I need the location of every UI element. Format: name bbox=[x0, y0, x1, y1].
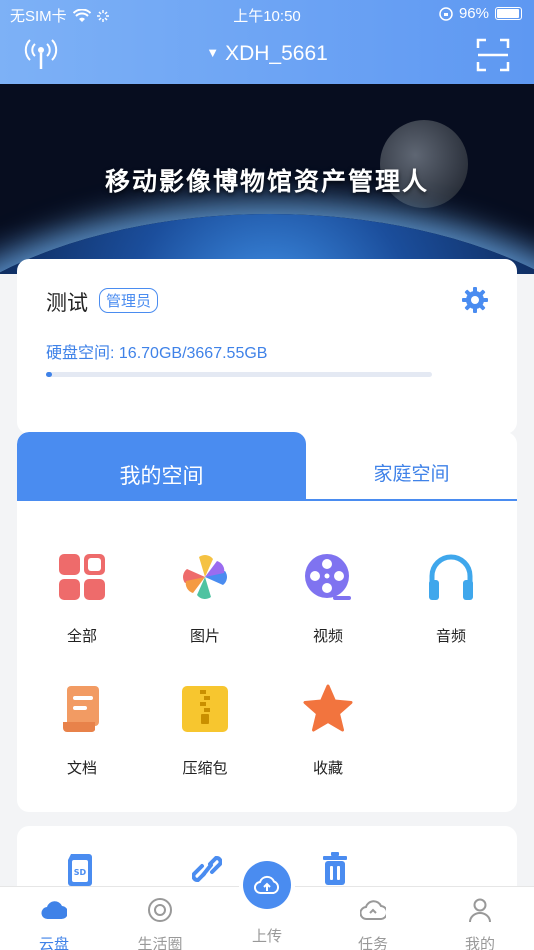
banner: 移动影像博物馆资产管理人 bbox=[0, 84, 534, 274]
device-selector[interactable]: ▼ XDH_5661 bbox=[0, 42, 534, 66]
tab-upload[interactable]: 上传 bbox=[227, 925, 307, 946]
disk-progress-fill bbox=[46, 372, 52, 377]
category-label: 音频 bbox=[435, 628, 466, 645]
scroll-document-icon bbox=[63, 686, 99, 733]
film-reel-icon bbox=[305, 554, 351, 600]
orientation-lock-icon bbox=[439, 6, 453, 21]
gear-icon[interactable] bbox=[461, 286, 489, 314]
tab-label: 任务 bbox=[357, 936, 388, 950]
tab-life-circle[interactable]: 生活圈 bbox=[120, 897, 200, 950]
tab-my-space[interactable]: 我的空间 bbox=[17, 432, 306, 501]
disk-used: 16.70GB/3667.55GB bbox=[118, 345, 268, 362]
battery-percent: 96% bbox=[458, 5, 489, 22]
category-label: 图片 bbox=[189, 628, 220, 645]
category-archives[interactable]: 压缩包 bbox=[143, 684, 267, 778]
svg-text:SD: SD bbox=[74, 868, 87, 877]
account-card: 测试 管理员 硬盘空间: 16.70GB/3667.55GB bbox=[17, 259, 517, 434]
top-bar: 无SIM卡 上午10:50 96% ▼ XDH_5661 bbox=[0, 0, 534, 84]
category-label: 全部 bbox=[66, 628, 97, 645]
category-photos[interactable]: 图片 bbox=[143, 552, 267, 646]
category-label: 收藏 bbox=[312, 760, 343, 777]
category-audio[interactable]: 音频 bbox=[389, 552, 513, 646]
device-name: XDH_5661 bbox=[225, 42, 328, 65]
pinwheel-photo-icon bbox=[183, 555, 227, 599]
role-badge: 管理员 bbox=[99, 288, 159, 313]
disk-usage-text: 硬盘空间: 16.70GB/3667.55GB bbox=[46, 339, 267, 363]
tab-cloud[interactable]: 云盘 bbox=[14, 897, 94, 950]
bottom-tab-bar: 云盘 生活圈 上传 任务 我的 bbox=[0, 861, 534, 950]
banner-title: 移动影像博物馆资产管理人 bbox=[104, 168, 429, 196]
battery-icon bbox=[495, 7, 522, 20]
grid-all-icon bbox=[59, 554, 105, 600]
zip-archive-icon bbox=[182, 686, 228, 732]
upload-button[interactable] bbox=[243, 861, 291, 909]
nav-bar: ▼ XDH_5661 bbox=[0, 38, 534, 74]
scan-icon[interactable] bbox=[476, 38, 510, 72]
person-icon bbox=[469, 898, 491, 923]
disk-progress-bar bbox=[46, 372, 432, 377]
tab-profile[interactable]: 我的 bbox=[440, 897, 520, 950]
tab-label: 生活圈 bbox=[137, 936, 183, 950]
category-label: 文档 bbox=[66, 760, 97, 777]
space-tabs: 我的空间 家庭空间 bbox=[17, 432, 517, 501]
category-label: 视频 bbox=[312, 628, 343, 645]
space-card: 我的空间 家庭空间 全部 图片 视频 音频 文档 压缩包 收藏 bbox=[17, 432, 517, 812]
category-all[interactable]: 全部 bbox=[20, 552, 144, 646]
category-label: 压缩包 bbox=[182, 760, 228, 777]
tab-label: 上传 bbox=[251, 928, 282, 945]
headphones-icon bbox=[429, 554, 473, 600]
category-video[interactable]: 视频 bbox=[266, 552, 390, 646]
sd-card-icon[interactable]: SD bbox=[65, 852, 95, 886]
status-bar: 无SIM卡 上午10:50 96% bbox=[0, 0, 534, 30]
upload-cloud-icon bbox=[254, 875, 280, 894]
cloud-icon bbox=[41, 901, 69, 920]
tab-label: 我的 bbox=[464, 936, 495, 950]
tab-label: 云盘 bbox=[38, 936, 69, 950]
user-name: 测试 bbox=[46, 292, 88, 315]
tab-tasks[interactable]: 任务 bbox=[333, 897, 413, 950]
category-favorites[interactable]: 收藏 bbox=[266, 684, 390, 778]
circle-icon bbox=[148, 898, 172, 922]
disk-label: 硬盘空间: bbox=[46, 345, 115, 362]
tab-family-space[interactable]: 家庭空间 bbox=[306, 432, 517, 501]
star-icon bbox=[303, 684, 353, 732]
task-cloud-icon bbox=[359, 900, 388, 920]
trash-icon[interactable] bbox=[320, 852, 350, 886]
category-documents[interactable]: 文档 bbox=[20, 684, 144, 778]
link-icon[interactable] bbox=[192, 852, 222, 886]
caret-down-icon: ▼ bbox=[206, 45, 220, 60]
